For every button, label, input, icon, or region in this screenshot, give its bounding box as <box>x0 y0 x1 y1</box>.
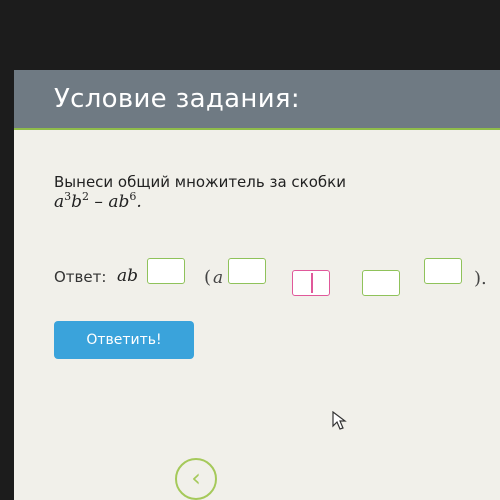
exponent-input-inner-a[interactable] <box>228 258 266 284</box>
mouse-cursor-icon <box>332 411 347 430</box>
page-title: Условие задания: <box>54 84 300 114</box>
answer-factor: ab <box>117 266 139 286</box>
submit-button[interactable]: Ответить! <box>54 321 194 359</box>
term-input[interactable] <box>362 270 400 296</box>
header-bar: Условие задания: <box>14 70 500 130</box>
paren-var-a: a <box>213 268 224 288</box>
task-expression: a3b2 – ab6. <box>54 190 142 212</box>
task-instruction: Вынеси общий множитель за скобки <box>54 173 346 191</box>
answer-row: Ответ: ab ( a ). <box>54 258 500 300</box>
content-area: Условие задания: Вынеси общий множитель … <box>14 70 500 500</box>
answer-label: Ответ: <box>54 268 107 286</box>
exponent-input-b[interactable] <box>424 258 462 284</box>
chevron-left-icon: ‹ <box>191 464 201 492</box>
exponent-input-a[interactable] <box>147 258 185 284</box>
back-button[interactable]: ‹ <box>175 458 217 500</box>
sign-input[interactable] <box>292 270 330 296</box>
open-paren: ( <box>204 267 212 288</box>
close-paren: ). <box>474 268 487 289</box>
